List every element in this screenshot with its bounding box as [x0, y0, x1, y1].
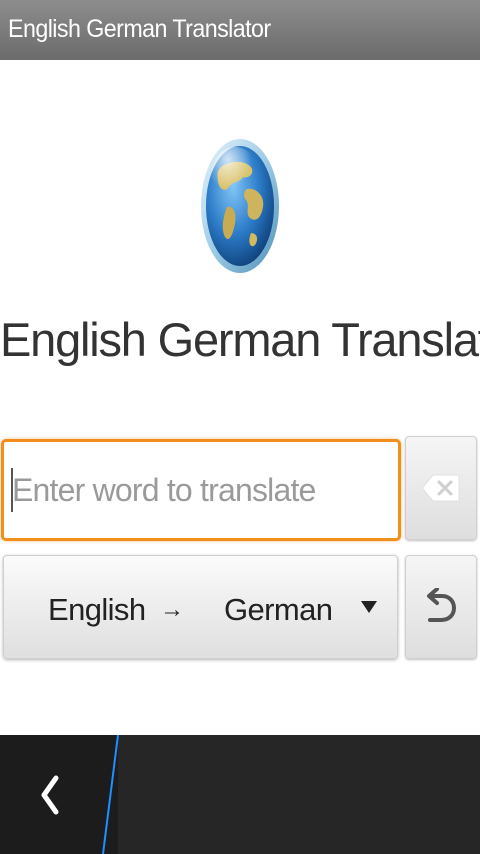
swap-languages-button[interactable]	[405, 555, 477, 659]
text-caret	[11, 468, 13, 512]
translate-input-container[interactable]	[1, 439, 401, 541]
bottom-action-bar	[0, 735, 480, 854]
target-language: German	[224, 592, 333, 627]
dropdown-triangle-icon	[361, 601, 377, 613]
source-language: English	[48, 592, 146, 627]
screen: English German Translator English German…	[0, 0, 480, 854]
clear-button[interactable]	[405, 436, 477, 540]
undo-arrow-icon	[427, 588, 457, 622]
direction-arrow: →	[160, 596, 184, 623]
app-title: English German Translator	[0, 313, 480, 366]
window-title: English German Translator	[8, 15, 271, 43]
translate-input[interactable]	[12, 442, 392, 538]
title-bar: English German Translator	[0, 0, 480, 60]
back-button[interactable]	[0, 735, 110, 854]
language-selector[interactable]: English → German	[3, 555, 398, 659]
backspace-clear-icon	[421, 474, 460, 502]
globe-icon	[199, 137, 281, 275]
chevron-left-icon	[41, 775, 59, 815]
